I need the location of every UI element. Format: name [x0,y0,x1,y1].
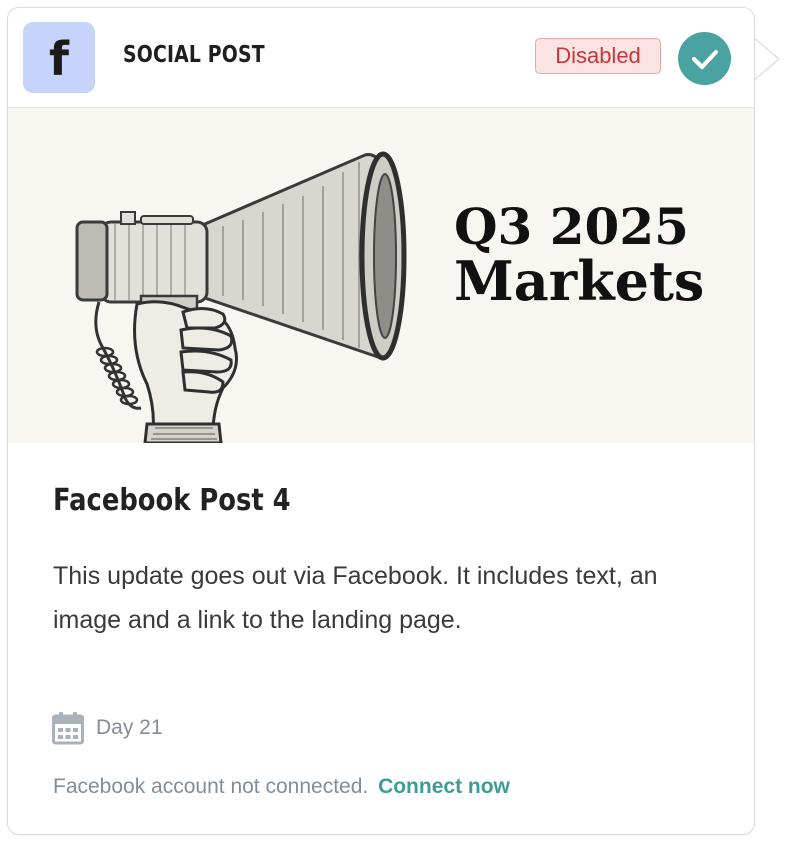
post-title: Facebook Post 4 [53,483,291,518]
banner-headline: Q3 2025 Markets [454,200,704,310]
facebook-logo-icon: f [23,22,95,93]
status-badge: Disabled [535,38,661,74]
post-description: This update goes out via Facebook. It in… [53,562,658,634]
card-type-title: SOCIAL POST [123,42,265,68]
post-image-banner: Q3 2025 Markets [8,108,754,443]
checkmark-icon[interactable] [678,32,731,85]
megaphone-hand-illustration [75,151,407,443]
banner-headline-line1: Q3 2025 [454,197,689,256]
connection-notice: Facebook account not connected. Connect … [53,775,510,799]
calendar-icon [52,712,84,745]
banner-headline-line2: Markets [454,249,705,313]
social-post-card[interactable]: f SOCIAL POST Disabled Q3 2025 Markets F… [7,7,755,835]
card-header: f SOCIAL POST Disabled [8,8,754,108]
schedule-row: Day 21 [52,711,163,745]
connect-now-link[interactable]: Connect now [378,775,510,798]
connection-message: Facebook account not connected. [53,775,369,798]
schedule-day-label: Day 21 [96,716,163,739]
facebook-logo-letter: f [48,31,69,86]
